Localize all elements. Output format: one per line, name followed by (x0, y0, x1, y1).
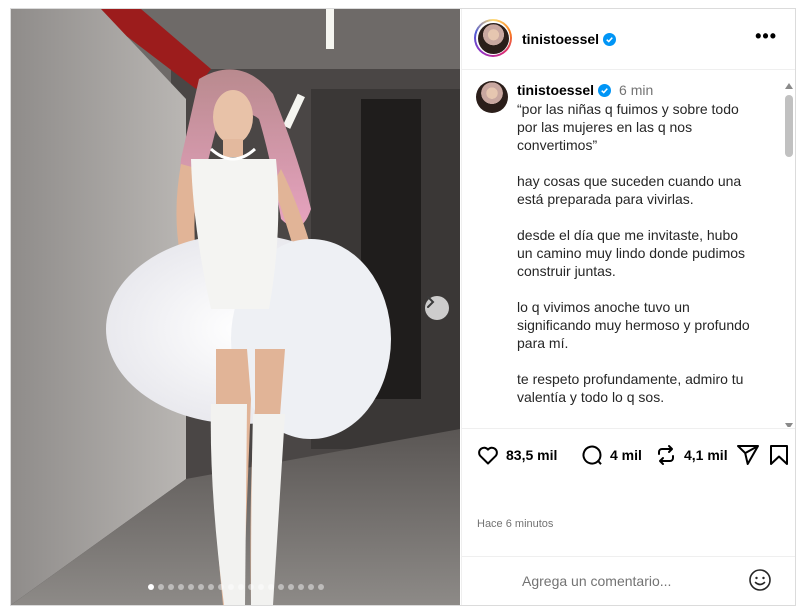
save-button[interactable] (768, 443, 790, 467)
post-timestamp[interactable]: Hace 6 minutos (477, 518, 553, 530)
carousel-dot (227, 584, 234, 590)
post-photo (11, 9, 460, 605)
more-options-icon[interactable]: ••• (755, 26, 777, 47)
verified-badge-icon (603, 32, 617, 46)
caption-paragraph: te respeto profundamente, admiro tu vale… (517, 371, 744, 405)
carousel-dot (237, 584, 244, 590)
comment-button[interactable]: 4 mil (580, 443, 642, 467)
comment-box (462, 556, 795, 605)
caption-paragraph: “por las niñas q fuimos y sobre todo por… (517, 101, 739, 153)
carousel-dot (247, 584, 254, 590)
like-button[interactable]: 83,5 mil (476, 443, 557, 467)
caption-paragraph: lo q vivimos anoche tuvo un significando… (517, 299, 750, 351)
scroll-up-icon[interactable] (785, 83, 793, 89)
verified-badge-icon (598, 83, 612, 97)
caption-text: “por las niñas q fuimos y sobre todo por… (517, 100, 757, 424)
share-button[interactable] (736, 443, 760, 467)
username-link[interactable]: tinistoessel (522, 31, 617, 47)
heart-icon (478, 446, 498, 465)
comment-count[interactable]: 4 mil (610, 447, 642, 463)
carousel-indicator (11, 584, 460, 590)
scroll-thumb[interactable] (785, 95, 793, 157)
repost-icon (658, 445, 674, 465)
carousel-dot (187, 584, 194, 590)
bookmark-icon (770, 445, 788, 465)
carousel-dot (257, 584, 264, 590)
comment-bubble-icon (582, 445, 602, 465)
carousel-dot (147, 584, 154, 590)
carousel-dot (197, 584, 204, 590)
post-details: tinistoessel ••• tinistoessel 6 min “por… (461, 9, 795, 605)
carousel-dot (207, 584, 214, 590)
caption-time[interactable]: 6 min (619, 82, 653, 98)
caption-section: tinistoessel 6 min “por las niñas q fuim… (462, 69, 795, 427)
carousel-dot (297, 584, 304, 590)
comment-input[interactable] (520, 572, 744, 590)
caption-paragraph: desde el día que me invitaste, hubo un c… (517, 227, 746, 279)
carousel-dot (177, 584, 184, 590)
username[interactable]: tinistoessel (522, 31, 599, 47)
carousel-dot (217, 584, 224, 590)
carousel-dot (307, 584, 314, 590)
carousel-dot (317, 584, 324, 590)
carousel-dot (287, 584, 294, 590)
scroll-down-icon[interactable] (785, 423, 793, 427)
chevron-right-icon (427, 296, 435, 308)
carousel-dot (277, 584, 284, 590)
caption-paragraph: hay cosas que suceden cuando una está pr… (517, 173, 742, 207)
caption-scrollbar[interactable] (785, 83, 793, 427)
carousel-dot (167, 584, 174, 590)
carousel-dot (267, 584, 274, 590)
repost-button[interactable]: 4,1 mil (654, 443, 728, 467)
carousel-dot (157, 584, 164, 590)
send-icon (737, 445, 759, 465)
emoji-icon[interactable] (748, 568, 772, 592)
avatar[interactable] (474, 19, 512, 57)
carousel-next-button[interactable] (425, 296, 449, 320)
repost-count[interactable]: 4,1 mil (684, 447, 728, 463)
caption-username[interactable]: tinistoessel (517, 82, 594, 98)
like-count[interactable]: 83,5 mil (506, 447, 557, 463)
caption-avatar[interactable] (476, 81, 508, 113)
post-media[interactable] (11, 9, 460, 605)
post-header: tinistoessel ••• (462, 9, 795, 70)
action-bar: 83,5 mil 4 mil 4,1 mil (462, 428, 795, 489)
caption-header: tinistoessel 6 min (517, 82, 653, 98)
post-dialog: tinistoessel ••• tinistoessel 6 min “por… (10, 8, 796, 606)
